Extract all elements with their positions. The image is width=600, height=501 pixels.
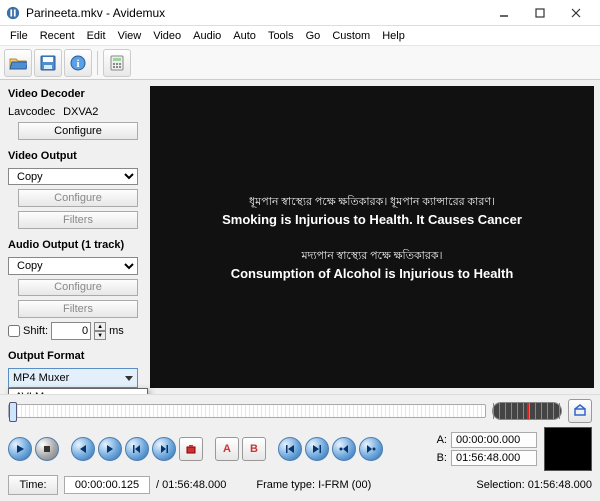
maximize-button[interactable] (522, 2, 558, 24)
video-output-title: Video Output (8, 150, 142, 162)
goto-end-button[interactable] (305, 437, 329, 461)
prev-keyframe-button[interactable] (125, 437, 149, 461)
frame-type-label: Frame type: I-FRM (00) (256, 479, 371, 491)
open-file-button[interactable] (4, 49, 32, 77)
marker-a-label: A: (435, 434, 447, 446)
scrubber-handle[interactable] (9, 402, 17, 422)
selection-label: Selection: 01:56:48.000 (476, 479, 592, 491)
close-button[interactable] (558, 2, 594, 24)
video-decoder-title: Video Decoder (8, 88, 142, 100)
marker-b-value: 01:56:48.000 (451, 450, 537, 466)
chevron-down-icon (125, 376, 133, 381)
time-button[interactable]: Time: (8, 475, 58, 495)
transport-bar: A B A: 00:00:00.000 B: 01:56:48.000 Time… (0, 394, 600, 501)
audio-configure-button[interactable]: Configure (18, 279, 138, 297)
menu-custom[interactable]: Custom (326, 28, 376, 44)
current-time-field[interactable]: 00:00:00.125 (64, 476, 150, 494)
timeline-scrubber[interactable] (8, 404, 486, 418)
output-format-dropdown: AVI Muxer Dummy Muxer FLV Muxer MP4 Muxe… (8, 388, 148, 394)
svg-text:i: i (76, 58, 79, 70)
video-output-select[interactable]: Copy (8, 168, 138, 186)
menu-file[interactable]: File (4, 28, 34, 44)
prev-frame-button[interactable] (71, 437, 95, 461)
stop-button[interactable] (35, 437, 59, 461)
play-button[interactable] (8, 437, 32, 461)
shift-label: Shift: (23, 325, 48, 337)
marker-b-label: B: (435, 452, 447, 464)
output-format-select[interactable]: MP4 Muxer (8, 368, 138, 388)
menu-tools[interactable]: Tools (262, 28, 300, 44)
menu-help[interactable]: Help (376, 28, 411, 44)
save-file-button[interactable] (34, 49, 62, 77)
decoder-configure-button[interactable]: Configure (18, 122, 138, 140)
set-marker-b-button[interactable]: B (242, 437, 266, 461)
preview-text-en2: Consumption of Alcohol is Injurious to H… (231, 266, 514, 281)
preview-text-en1: Smoking is Injurious to Health. It Cause… (222, 212, 522, 227)
menu-recent[interactable]: Recent (34, 28, 81, 44)
menu-auto[interactable]: Auto (227, 28, 262, 44)
audio-output-select[interactable]: Copy (8, 257, 138, 275)
reset-marks-button[interactable] (568, 399, 592, 423)
next-keyframe-button[interactable] (152, 437, 176, 461)
left-panel: Video Decoder Lavcodec DXVA2 Configure V… (0, 80, 150, 394)
window-titlebar: Parineeta.mkv - Avidemux (0, 0, 600, 26)
marker-a-value: 00:00:00.000 (451, 432, 537, 448)
menu-go[interactable]: Go (300, 28, 327, 44)
shift-spinbox[interactable]: 0 (51, 322, 91, 340)
preview-text-bn2: মদ্যপান স্বাস্থ্যের পক্ষে ক্ষতিকারক। (231, 247, 514, 266)
menu-audio[interactable]: Audio (187, 28, 227, 44)
decoder-accel: DXVA2 (63, 106, 98, 118)
delete-section-button[interactable] (179, 437, 203, 461)
jog-wheel[interactable] (492, 402, 562, 420)
output-format-title: Output Format (8, 350, 142, 362)
decoder-codec: Lavcodec (8, 106, 55, 118)
video-preview: ধূমপান স্বাস্থ্যের পক্ষে ক্ষতিকারক। ধূমপ… (150, 86, 594, 388)
goto-start-button[interactable] (278, 437, 302, 461)
toolbar-separator (97, 51, 98, 75)
set-marker-a-button[interactable]: A (215, 437, 239, 461)
menu-bar: File Recent Edit View Video Audio Auto T… (0, 26, 600, 46)
audio-output-title: Audio Output (1 track) (8, 239, 142, 251)
audio-filters-button[interactable]: Filters (18, 300, 138, 318)
shift-unit: ms (109, 325, 124, 337)
duration-label: / 01:56:48.000 (156, 479, 226, 491)
prev-black-frame-button[interactable] (332, 437, 356, 461)
menu-view[interactable]: View (112, 28, 148, 44)
calculator-button[interactable] (103, 49, 131, 77)
video-filters-button[interactable]: Filters (18, 211, 138, 229)
main-toolbar: i (0, 46, 600, 80)
thumbnail-view (544, 427, 592, 471)
minimize-button[interactable] (486, 2, 522, 24)
app-icon (6, 6, 20, 20)
menu-video[interactable]: Video (147, 28, 187, 44)
next-frame-button[interactable] (98, 437, 122, 461)
next-black-frame-button[interactable] (359, 437, 383, 461)
preview-text-bn1: ধূমপান স্বাস্থ্যের পক্ষে ক্ষতিকারক। ধূমপ… (222, 193, 522, 212)
video-configure-button[interactable]: Configure (18, 189, 138, 207)
info-button[interactable]: i (64, 49, 92, 77)
shift-down[interactable]: ▼ (94, 331, 106, 340)
window-title: Parineeta.mkv - Avidemux (26, 6, 486, 20)
shift-up[interactable]: ▲ (94, 322, 106, 331)
menu-edit[interactable]: Edit (81, 28, 112, 44)
shift-checkbox[interactable] (8, 325, 20, 337)
format-option-avi[interactable]: AVI Muxer (9, 389, 147, 394)
